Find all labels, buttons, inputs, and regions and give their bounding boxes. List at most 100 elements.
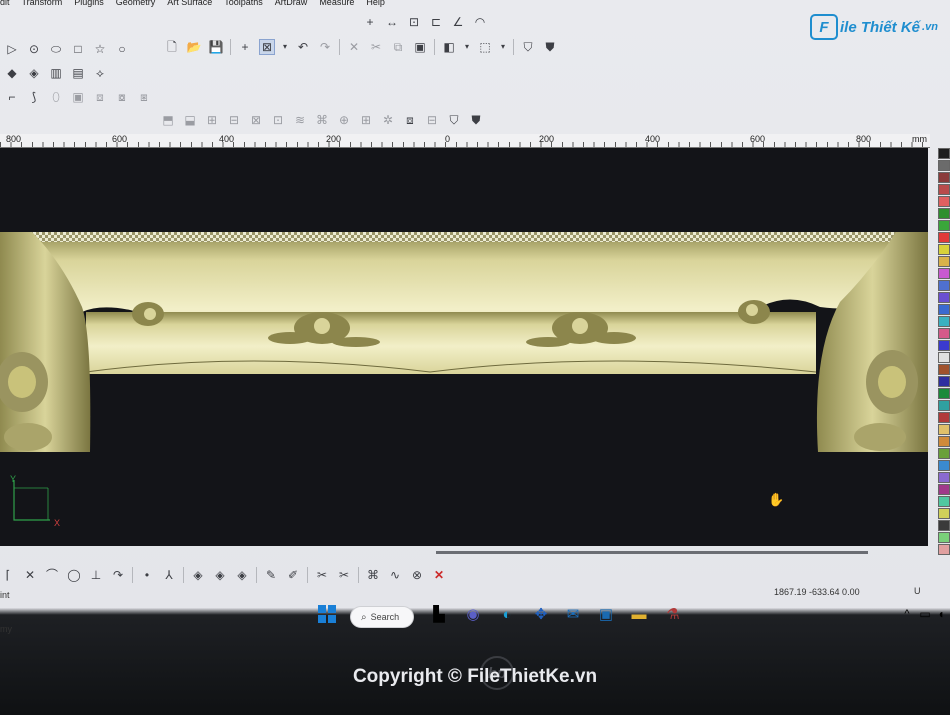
teams-icon[interactable]: ◉ [462, 603, 484, 625]
undo-icon[interactable]: ↶ [295, 39, 311, 55]
relief-shape-icon[interactable]: ⬒ [160, 112, 176, 128]
palette-swatch[interactable] [938, 472, 950, 483]
copy-icon[interactable]: ⧉ [390, 39, 406, 55]
align-icon[interactable]: ▤ [70, 65, 86, 81]
relief-spin-icon[interactable]: ⊡ [270, 112, 286, 128]
palette-swatch[interactable] [938, 304, 950, 315]
palette-swatch[interactable] [938, 280, 950, 291]
palette-swatch[interactable] [938, 484, 950, 495]
palette-swatch[interactable] [938, 292, 950, 303]
palette-swatch[interactable] [938, 436, 950, 447]
palette-swatch[interactable] [938, 160, 950, 171]
menu-transform[interactable]: Transform [22, 0, 63, 9]
menu-edit[interactable]: dit [0, 0, 10, 9]
relief-smooth-icon[interactable]: ≋ [292, 112, 308, 128]
chevron-down-icon[interactable]: ▾ [463, 39, 471, 55]
palette-swatch[interactable] [938, 412, 950, 423]
mail-icon[interactable]: ✉ [562, 603, 584, 625]
delete-icon[interactable]: ✕ [346, 39, 362, 55]
relief-sculpt-icon[interactable]: ⌘ [314, 112, 330, 128]
bezier-icon[interactable]: ⌘ [365, 567, 381, 583]
3d-view-canvas[interactable]: Y X ✋ [0, 148, 928, 546]
relief-merge-icon[interactable]: ⊞ [204, 112, 220, 128]
taskbar-search[interactable]: ⌕ Search [350, 606, 414, 628]
paste-icon[interactable]: ▣ [412, 39, 428, 55]
palette-swatch[interactable] [938, 448, 950, 459]
box-corner-icon[interactable]: ⊏ [428, 14, 444, 30]
menu-artdraw[interactable]: ArtDraw [275, 0, 308, 9]
chevron-down-icon[interactable]: ▾ [281, 39, 289, 55]
relief-add-icon[interactable]: ⬓ [182, 112, 198, 128]
pen-alt-icon[interactable]: ✐ [285, 567, 301, 583]
diamond-grid-2-icon[interactable]: ◈ [212, 567, 228, 583]
horizontal-dimension-icon[interactable]: ↔ [384, 14, 400, 30]
palette-swatch[interactable] [938, 340, 950, 351]
menu-measure[interactable]: Measure [319, 0, 354, 9]
palette-swatch[interactable] [938, 544, 950, 555]
relief-select-icon[interactable]: ⧈ [402, 112, 418, 128]
palette-swatch[interactable] [938, 184, 950, 195]
relief-offset-icon[interactable]: ⊕ [336, 112, 352, 128]
palette-swatch[interactable] [938, 208, 950, 219]
windows-start-icon[interactable] [316, 603, 338, 625]
menu-help[interactable]: Help [366, 0, 385, 9]
fillet-icon[interactable]: ⟆ [26, 89, 42, 105]
palette-swatch[interactable] [938, 508, 950, 519]
relief-reset-icon[interactable]: ⊟ [424, 112, 440, 128]
transform-icon[interactable]: ◈ [26, 65, 42, 81]
weld-icon[interactable]: ⧈ [92, 89, 108, 105]
ellipse-icon[interactable]: ⬭ [48, 41, 64, 57]
radius-icon[interactable]: ◠ [472, 14, 488, 30]
spline-icon[interactable]: ∿ [387, 567, 403, 583]
cut-icon[interactable]: ✂ [368, 39, 384, 55]
shield-icon[interactable]: ⛊ [542, 39, 558, 55]
snap-grid-icon[interactable]: + [237, 39, 253, 55]
polyline-icon[interactable]: ▷ [4, 41, 20, 57]
palette-swatch[interactable] [938, 520, 950, 531]
close-node-icon[interactable]: ⊗ [409, 567, 425, 583]
artcam-icon[interactable]: ⚗ [662, 603, 684, 625]
save-icon[interactable]: 💾 [208, 39, 224, 55]
palette-swatch[interactable] [938, 400, 950, 411]
new-file-icon[interactable]: 🗋 [164, 39, 180, 55]
dropbox-icon[interactable]: ✥ [530, 603, 552, 625]
palette-swatch[interactable] [938, 376, 950, 387]
store-icon[interactable]: ▣ [595, 603, 617, 625]
diamond-grid-icon[interactable]: ◈ [190, 567, 206, 583]
relief-texture-icon[interactable]: ⊞ [358, 112, 374, 128]
subtract-icon[interactable]: ⧇ [114, 89, 130, 105]
palette-swatch[interactable] [938, 220, 950, 231]
palette-swatch[interactable] [938, 352, 950, 363]
menu-toolpaths[interactable]: Toolpaths [224, 0, 263, 9]
intersect-icon[interactable]: ⧆ [136, 89, 152, 105]
3d-view-icon[interactable]: ⬚ [477, 39, 493, 55]
group-icon[interactable]: ▥ [48, 65, 64, 81]
file-explorer-icon[interactable]: ▬ [628, 603, 650, 625]
palette-swatch[interactable] [938, 316, 950, 327]
palette-swatch[interactable] [938, 424, 950, 435]
corner-icon[interactable]: ⌐ [4, 89, 20, 105]
diamond-grid-3-icon[interactable]: ◈ [234, 567, 250, 583]
palette-swatch[interactable] [938, 148, 950, 159]
shield-half-icon[interactable]: ⛉ [446, 112, 462, 128]
pen-icon[interactable]: ✎ [263, 567, 279, 583]
cut-node-icon[interactable]: ✂ [314, 567, 330, 583]
point-icon[interactable]: • [139, 567, 155, 583]
horizontal-scrollbar[interactable] [436, 551, 868, 554]
select-box-icon[interactable]: ⊠ [259, 39, 275, 55]
palette-swatch[interactable] [938, 460, 950, 471]
arc-icon[interactable]: ⌒ [44, 567, 60, 583]
crosshair-icon[interactable]: + [362, 14, 378, 30]
menu-geometry[interactable]: Geometry [116, 0, 156, 9]
circle-dot-icon[interactable]: ⊙ [26, 41, 42, 57]
intersect-cross-icon[interactable]: ✕ [22, 567, 38, 583]
node-smooth-icon[interactable]: ⅄ [161, 567, 177, 583]
angle-icon[interactable]: ∠ [450, 14, 466, 30]
shield-half-icon[interactable]: ⛉ [520, 39, 536, 55]
relief-sweep-icon[interactable]: ⊟ [226, 112, 242, 128]
menu-art-surface[interactable]: Art Surface [167, 0, 212, 9]
mirror-icon[interactable]: ⟡ [92, 65, 108, 81]
node-edit-icon[interactable]: ◆ [4, 65, 20, 81]
palette-swatch[interactable] [938, 232, 950, 243]
layer-icon[interactable]: ◧ [441, 39, 457, 55]
